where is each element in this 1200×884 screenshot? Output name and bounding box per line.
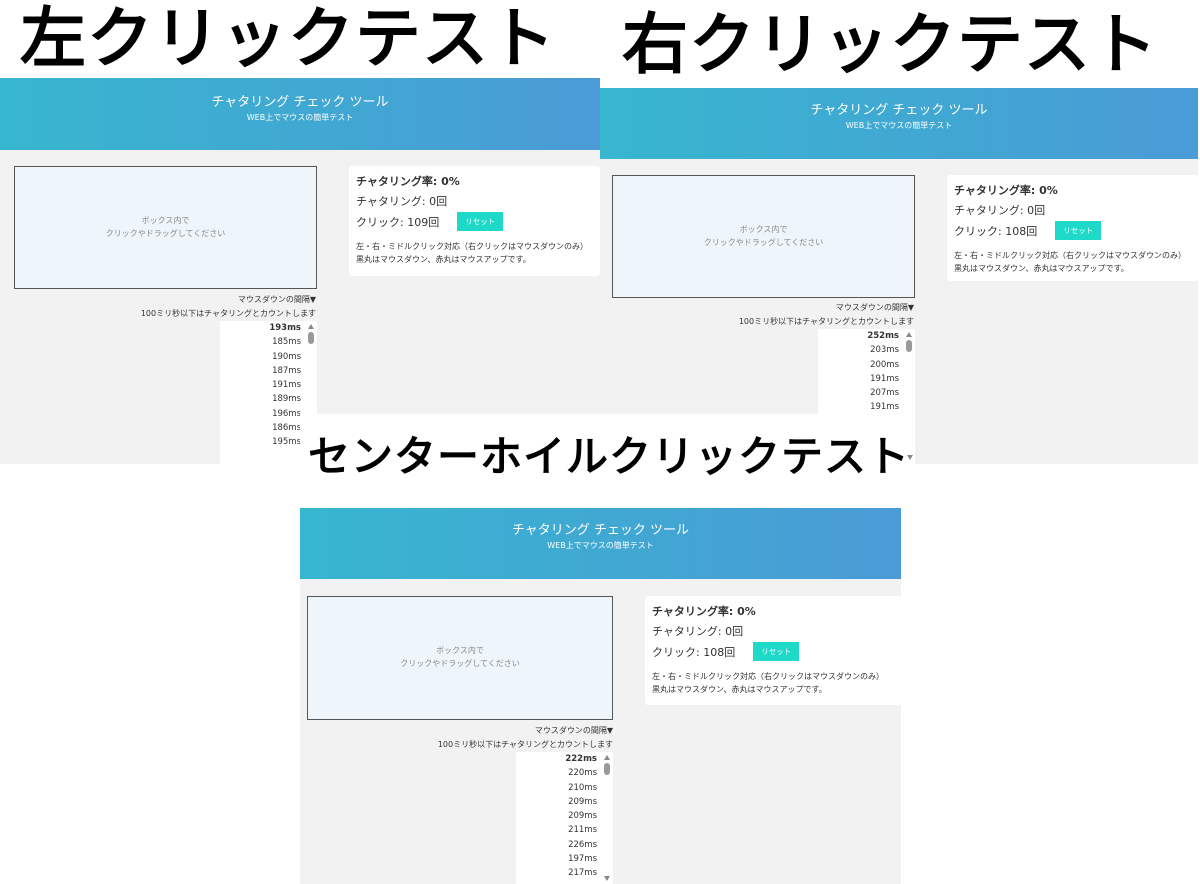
click-test-box[interactable]: ボックス内で クリックやドラッグしてください <box>14 166 317 289</box>
list-item: 209ms <box>568 796 597 807</box>
box-instruction-line2: クリックやドラッグしてください <box>105 228 226 238</box>
list-item: 197ms <box>568 854 597 865</box>
scroll-thumb[interactable] <box>308 332 314 344</box>
scroll-thumb[interactable] <box>906 340 912 352</box>
app-title: チャタリング チェック ツール <box>511 523 690 538</box>
list-item: 191ms <box>870 373 899 384</box>
app-title: チャタリング チェック ツール <box>810 103 988 118</box>
list-item: 222ms <box>565 754 597 764</box>
reset-button[interactable]: リセット <box>1055 221 1102 240</box>
list-item: 220ms <box>568 768 597 779</box>
list-item: 203ms <box>870 345 899 356</box>
reset-button[interactable]: リセット <box>457 212 504 231</box>
list-item: 191ms <box>870 402 899 413</box>
interval-note: 100ミリ秒以下はチャタリングとカウントします <box>437 740 613 749</box>
box-instruction-line1: ボックス内で <box>141 215 190 225</box>
note-line2: 黒丸はマウスダウン、赤丸はマウスアップです。 <box>954 263 1129 273</box>
list-item: 191ms <box>272 380 301 391</box>
app-title: チャタリング チェック ツール <box>211 95 389 110</box>
click-test-box[interactable]: ボックス内で クリックやドラッグしてください <box>612 175 915 298</box>
list-items: 222ms 220ms 210ms 209ms 209ms 211ms 226m… <box>516 752 613 881</box>
note-line1: 左・右・ミドルクリック対応（右クリックはマウスダウンのみ） <box>652 672 884 681</box>
box-instruction-line1: ボックス内で <box>739 224 788 234</box>
click-test-box[interactable]: ボックス内で クリックやドラッグしてください <box>307 596 613 720</box>
center-click-panel: チャタリング チェック ツール WEB上でマウスの簡単テスト ボックス内で クリ… <box>300 508 901 884</box>
list-item: 226ms <box>568 839 597 850</box>
left-click-panel: チャタリング チェック ツール WEB上でマウスの簡単テスト ボックス内で クリ… <box>0 78 600 464</box>
chattering-rate: チャタリング率: 0% <box>954 184 1058 197</box>
scroll-up-arrow-icon[interactable] <box>308 324 314 329</box>
list-item: 193ms <box>269 323 301 333</box>
scroll-up-arrow-icon[interactable] <box>604 755 610 760</box>
scroll-down-arrow-icon[interactable] <box>604 876 610 881</box>
box-instruction-line1: ボックス内で <box>436 646 484 656</box>
list-item: 252ms <box>867 331 899 341</box>
app-subtitle: WEB上でマウスの簡単テスト <box>845 121 953 130</box>
stats-card: チャタリング率: 0% チャタリング: 0回 クリック: 108回 リセット 左… <box>645 596 901 705</box>
list-item: 200ms <box>870 359 899 370</box>
list-item: 185ms <box>272 337 301 348</box>
list-item: 189ms <box>272 394 301 405</box>
chattering-count: チャタリング: 0回 <box>356 195 448 208</box>
box-instruction-line2: クリックやドラッグしてください <box>400 659 520 668</box>
interval-toggle[interactable]: マウスダウンの間隔▼ <box>836 302 914 313</box>
note-line1: 左・右・ミドルクリック対応（右クリックはマウスダウンのみ） <box>954 251 1186 260</box>
chattering-count: チャタリング: 0回 <box>652 625 744 638</box>
list-item: 210ms <box>568 782 597 793</box>
reset-button[interactable]: リセット <box>753 642 800 661</box>
stats-card: チャタリング率: 0% チャタリング: 0回 クリック: 109回 リセット 左… <box>349 166 600 276</box>
interval-toggle[interactable]: マウスダウンの間隔▼ <box>238 294 316 305</box>
interval-note: 100ミリ秒以下はチャタリングとカウントします <box>738 317 914 326</box>
list-item: 217ms <box>568 868 597 879</box>
app-header: チャタリング チェック ツール WEB上でマウスの簡単テスト <box>0 78 600 150</box>
list-items: 252ms 203ms 200ms 191ms 207ms 191ms <box>818 329 915 415</box>
stats-card: チャタリング率: 0% チャタリング: 0回 クリック: 108回 リセット 左… <box>947 175 1198 281</box>
list-item: 207ms <box>870 388 899 399</box>
interval-note: 100ミリ秒以下はチャタリングとカウントします <box>140 309 316 318</box>
chattering-count: チャタリング: 0回 <box>954 204 1046 217</box>
click-count: クリック: 108回 <box>954 224 1038 238</box>
scroll-thumb[interactable] <box>604 763 610 775</box>
center-click-test-title: センターホイルクリックテスト <box>308 432 911 481</box>
app-header: チャタリング チェック ツール WEB上でマウスの簡単テスト <box>300 508 901 579</box>
app-subtitle: WEB上でマウスの簡単テスト <box>547 541 654 550</box>
left-click-test-title: 左クリックテスト <box>20 0 556 77</box>
box-instruction-line2: クリックやドラッグしてください <box>703 237 824 247</box>
click-count: クリック: 108回 <box>652 645 736 659</box>
note-line1: 左・右・ミドルクリック対応（右クリックはマウスダウンのみ） <box>356 242 588 251</box>
interval-list[interactable]: 222ms 220ms 210ms 209ms 209ms 211ms 226m… <box>516 752 613 884</box>
chattering-rate: チャタリング率: 0% <box>356 175 460 188</box>
interval-toggle[interactable]: マウスダウンの間隔▼ <box>535 725 613 736</box>
right-click-test-title: 右クリックテスト <box>622 6 1158 83</box>
right-click-panel: チャタリング チェック ツール WEB上でマウスの簡単テスト ボックス内で クリ… <box>600 88 1198 464</box>
chattering-rate: チャタリング率: 0% <box>652 605 756 618</box>
note-line2: 黒丸はマウスダウン、赤丸はマウスアップです。 <box>356 254 531 264</box>
list-item: 187ms <box>272 365 301 376</box>
app-header: チャタリング チェック ツール WEB上でマウスの簡単テスト <box>600 88 1198 159</box>
note-line2: 黒丸はマウスダウン、赤丸はマウスアップです。 <box>652 684 827 694</box>
list-item: 190ms <box>272 351 301 362</box>
list-item: 211ms <box>568 825 597 836</box>
app-subtitle: WEB上でマウスの簡単テスト <box>246 113 354 122</box>
scroll-up-arrow-icon[interactable] <box>906 332 912 337</box>
list-scrollbar[interactable] <box>601 752 613 884</box>
click-count: クリック: 109回 <box>356 215 440 229</box>
list-item: 209ms <box>568 811 597 822</box>
